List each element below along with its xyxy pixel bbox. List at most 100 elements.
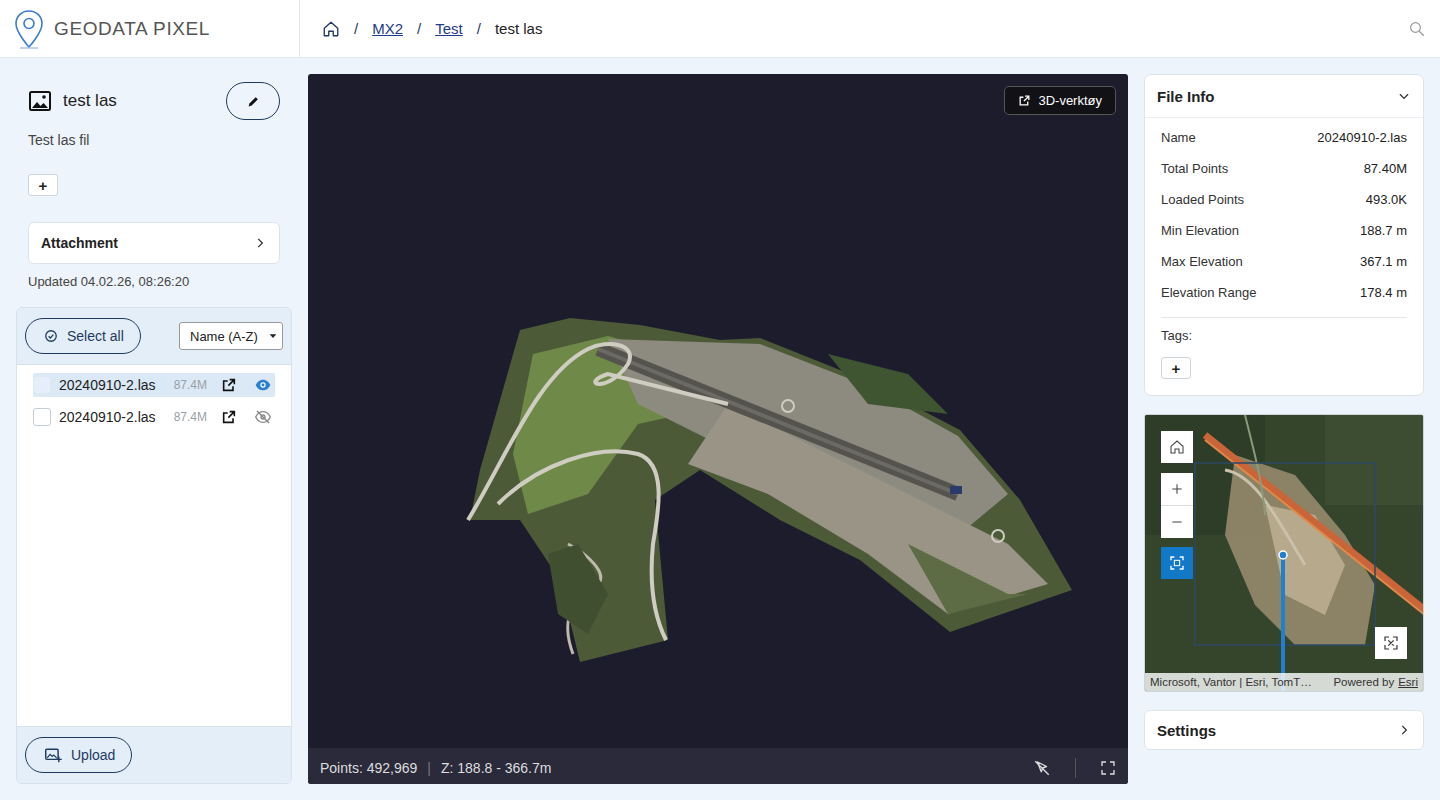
file-info-card: File InfoName20240910-2.lasTotal Points8…	[1144, 74, 1424, 396]
breadcrumb-current: test las	[495, 20, 543, 37]
pin-logo-icon	[12, 8, 46, 50]
point-cloud-canvas[interactable]: 3D-verktøy	[308, 74, 1128, 748]
sort-value: Name (A-Z)	[190, 329, 258, 344]
logo-text: GEODATA PIXEL	[54, 18, 210, 40]
right-panel: File InfoName20240910-2.lasTotal Points8…	[1144, 74, 1424, 784]
3d-tools-button[interactable]: 3D-verktøy	[1004, 86, 1116, 115]
zoom-in-button[interactable]	[1161, 473, 1193, 506]
circle-check-icon	[44, 329, 58, 343]
settings-card[interactable]: Settings	[1144, 710, 1424, 750]
tags-label: Tags:	[1161, 328, 1407, 343]
map-select-button[interactable]	[1161, 547, 1193, 579]
chevron-right-icon	[253, 236, 267, 250]
upload-button[interactable]: Upload	[25, 737, 132, 773]
file-row[interactable]: 20240910-2.las 87.4M	[33, 373, 275, 397]
dropdown-arrow-icon	[268, 331, 278, 341]
description: Test las fil	[28, 132, 280, 148]
file-size: 87.4M	[174, 378, 207, 392]
map[interactable]: Microsoft, Vantor | Esri, TomT… Powered b…	[1144, 414, 1424, 692]
points-count: Points: 492,969	[320, 760, 417, 776]
expand-icon	[1383, 635, 1399, 651]
file-info-header[interactable]: File Info	[1145, 75, 1423, 118]
file-name: 20240910-2.las	[59, 409, 166, 425]
external-link-icon[interactable]	[221, 377, 237, 393]
updated-text: Updated 04.02.26, 08:26:20	[28, 274, 280, 289]
file-panel-footer: Upload	[17, 726, 291, 783]
separator	[1161, 317, 1407, 318]
divider	[1075, 758, 1076, 778]
info-label: Elevation Range	[1161, 285, 1256, 300]
info-value: 87.40M	[1364, 161, 1407, 176]
powered-by: Powered by	[1333, 676, 1394, 688]
attribution-powered: Powered by Esri	[1333, 676, 1418, 688]
select-all-label: Select all	[67, 328, 124, 344]
search-icon	[1408, 20, 1426, 38]
file-panel-header: Select all Name (A-Z)	[17, 308, 291, 365]
file-info-title: File Info	[1157, 88, 1215, 105]
external-link-icon	[1018, 94, 1031, 107]
add-tag-button[interactable]: +	[1161, 357, 1191, 379]
minus-icon	[1170, 515, 1184, 529]
map-fullscreen-button[interactable]	[1375, 627, 1407, 659]
left-panel: test las Test las fil + Attachment Updated 0…	[16, 74, 292, 784]
upload-image-icon	[44, 747, 62, 763]
upload-label: Upload	[71, 747, 115, 763]
info-row: Loaded Points493.0K	[1161, 184, 1407, 215]
viewer: 3D-verktøyPoints: 492,969|Z: 188.8 - 366…	[308, 74, 1128, 784]
main: test las Test las fil + Attachment Updated 0…	[0, 58, 1440, 800]
point-cloud	[308, 74, 1128, 748]
fullscreen-icon[interactable]	[1100, 760, 1116, 776]
file-checkbox[interactable]	[33, 376, 51, 394]
sort-select[interactable]: Name (A-Z)	[179, 322, 283, 350]
info-row: Elevation Range178.4 m	[1161, 277, 1407, 308]
info-value: 367.1 m	[1360, 254, 1407, 269]
eye-off-icon[interactable]	[255, 410, 271, 424]
esri-link[interactable]: Esri	[1398, 676, 1418, 688]
header: GEODATA PIXEL/MX2/Test/test las	[0, 0, 1440, 58]
info-row: Min Elevation188.7 m	[1161, 215, 1407, 246]
external-link-icon[interactable]	[221, 409, 237, 425]
logo[interactable]: GEODATA PIXEL	[0, 0, 300, 57]
breadcrumb-separator: /	[417, 20, 421, 37]
edit-button[interactable]	[226, 82, 280, 120]
add-button[interactable]: +	[28, 174, 58, 196]
add-tag-row: +	[1161, 357, 1407, 379]
info-label: Name	[1161, 130, 1196, 145]
file-row[interactable]: 20240910-2.las 87.4M	[33, 405, 275, 429]
search-button[interactable]	[1408, 20, 1426, 38]
breadcrumb-separator: /	[354, 20, 358, 37]
title-text: test las	[63, 91, 117, 111]
attribution-text: Microsoft, Vantor | Esri, TomT…	[1150, 676, 1312, 688]
select-all-button[interactable]: Select all	[25, 318, 141, 354]
map-home-button[interactable]	[1161, 431, 1193, 463]
status-separator: |	[427, 760, 431, 776]
map-attribution: Microsoft, Vantor | Esri, TomT… Powered b…	[1145, 673, 1423, 691]
file-name: 20240910-2.las	[59, 377, 166, 393]
breadcrumb-link[interactable]: Test	[435, 20, 463, 37]
title-row: test las	[28, 82, 280, 120]
tool-label: 3D-verktøy	[1038, 93, 1102, 108]
info-label: Max Elevation	[1161, 254, 1243, 269]
attachment-card[interactable]: Attachment	[28, 222, 280, 264]
eye-icon[interactable]	[255, 378, 271, 392]
info-row: Total Points 87.40M	[1161, 153, 1407, 184]
pencil-icon	[247, 95, 260, 108]
chevron-down-icon[interactable]	[1397, 89, 1411, 103]
info-value: 188.7 m	[1360, 223, 1407, 238]
file-info-body: Name20240910-2.lasTotal Points87.40MLoad…	[1145, 118, 1423, 395]
info-label: Total Points	[1161, 161, 1228, 176]
plus-icon	[1170, 482, 1184, 496]
breadcrumb-link[interactable]: MX2	[372, 20, 403, 37]
add-row: +	[28, 174, 280, 196]
home-icon	[1169, 439, 1185, 455]
file-checkbox[interactable]	[33, 408, 51, 426]
cursor-off-icon[interactable]	[1033, 759, 1051, 777]
home-icon[interactable]	[322, 20, 340, 38]
viewer-status-bar: Points: 492,969|Z: 188.8 - 366.7m	[308, 748, 1128, 784]
file-size: 87.4M	[174, 410, 207, 424]
info-label: Loaded Points	[1161, 192, 1244, 207]
image-icon	[28, 90, 52, 112]
select-area-icon	[1169, 555, 1185, 571]
zoom-out-button[interactable]	[1161, 506, 1193, 538]
file-list: 20240910-2.las 87.4M 20240910-2.las 87.4M	[17, 365, 291, 726]
